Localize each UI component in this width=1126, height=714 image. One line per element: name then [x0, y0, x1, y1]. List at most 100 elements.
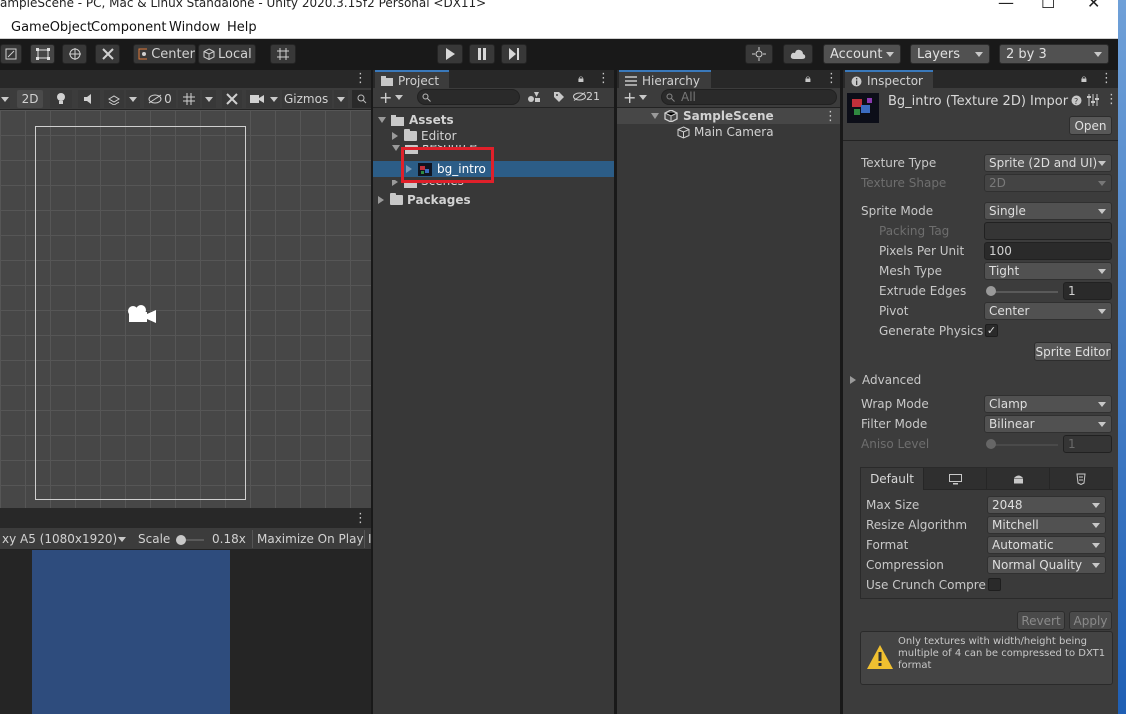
chevron-down-icon[interactable]	[395, 95, 403, 100]
extrude-field[interactable]: 1	[1063, 282, 1112, 300]
custom-tool-icon[interactable]	[95, 44, 120, 64]
revert-button[interactable]: Revert	[1017, 611, 1065, 630]
scene-camera-gizmo-icon[interactable]	[126, 303, 158, 325]
minimize-button[interactable]: —	[998, 0, 1014, 10]
inspector-menu-dots-icon[interactable]: ⋮	[1100, 71, 1113, 86]
cloud-button[interactable]	[783, 44, 813, 64]
menu-window[interactable]: Window	[169, 20, 220, 35]
hidden-packages-toggle[interactable]: 21	[573, 90, 600, 103]
tab-project[interactable]: Project	[375, 70, 449, 90]
advanced-foldout[interactable]: Advanced	[850, 373, 921, 387]
window-title: ampleScene - PC, Mac & Linux Standalone …	[0, 0, 487, 10]
gizmos-button[interactable]: Gizmos	[282, 90, 332, 108]
project-search-input[interactable]	[417, 89, 520, 105]
gizmos-chevron-icon[interactable]	[334, 90, 348, 108]
tree-item-samplescene[interactable]: SampleScene	[651, 109, 774, 123]
space-toggle[interactable]: Local	[198, 44, 256, 64]
tab-platform-default[interactable]: Default	[861, 468, 923, 490]
sprite-editor-button[interactable]: Sprite Editor	[1034, 342, 1112, 361]
lock-icon[interactable]: 🔒︎	[1081, 72, 1087, 86]
crunch-checkbox[interactable]	[988, 578, 1001, 591]
chevron-down-icon[interactable]	[639, 95, 647, 100]
layers-dropdown[interactable]: Layers	[910, 44, 990, 64]
pivot-toggle[interactable]: Center	[133, 44, 196, 64]
project-menu-dots-icon[interactable]: ⋮	[597, 71, 610, 86]
filter-mode-dropdown[interactable]: Bilinear	[984, 415, 1112, 433]
game-menu-dots-icon[interactable]: ⋮	[354, 511, 367, 526]
tree-item-main-camera[interactable]: Main Camera	[677, 125, 774, 139]
effects-chevron-icon[interactable]	[126, 90, 140, 108]
maximize-on-play-toggle[interactable]: Maximize On Play	[257, 532, 364, 546]
hierarchy-menu-dots-icon[interactable]: ⋮	[825, 71, 838, 86]
camera-icon[interactable]	[246, 90, 268, 108]
effects-icon[interactable]	[104, 90, 124, 108]
scene-menu-dots-icon[interactable]: ⋮	[354, 71, 367, 86]
tree-item-packages[interactable]: Packages	[378, 193, 471, 207]
max-size-dropdown[interactable]: 2048	[987, 496, 1106, 514]
tab-platform-standalone[interactable]	[923, 468, 986, 490]
pivot-dropdown[interactable]: Center	[984, 302, 1112, 320]
tab-inspector[interactable]: Inspector	[845, 70, 933, 90]
rect-tool-icon[interactable]	[0, 44, 22, 64]
rect-transform-tool-icon[interactable]	[30, 44, 55, 64]
hidden-objects-toggle[interactable]: 0	[144, 90, 176, 108]
layout-dropdown[interactable]: 2 by 3	[999, 44, 1109, 64]
game-viewport[interactable]	[0, 550, 371, 714]
extrude-slider-knob[interactable]	[986, 286, 996, 296]
menu-gameobject[interactable]: GameObject	[11, 20, 92, 35]
lock-icon[interactable]: 🔒︎	[805, 72, 811, 86]
transform-tool-icon[interactable]	[62, 44, 87, 64]
ppu-field[interactable]: 100	[984, 242, 1112, 260]
open-button[interactable]: Open	[1069, 116, 1112, 135]
play-button[interactable]	[437, 44, 463, 64]
search-by-type-icon[interactable]	[527, 91, 541, 106]
generate-physics-checkbox[interactable]: ✓	[985, 324, 998, 337]
grid-icon[interactable]	[178, 90, 200, 108]
scene-search-icon[interactable]	[352, 90, 371, 108]
wrap-mode-dropdown[interactable]: Clamp	[984, 395, 1112, 413]
sprite-mode-dropdown[interactable]: Single	[984, 202, 1112, 220]
help-icon[interactable]: ?	[1071, 95, 1082, 109]
resolution-dropdown[interactable]: xy A5 (1080x1920)	[0, 530, 130, 548]
pause-button[interactable]	[469, 44, 495, 64]
project-toolbar: + 21	[373, 88, 614, 108]
tree-item-assets[interactable]: Assets	[378, 113, 454, 127]
lock-icon[interactable]: 🔒︎	[578, 72, 584, 86]
grid-chevron-icon[interactable]	[202, 90, 216, 108]
menu-component[interactable]: Component	[91, 20, 166, 35]
close-button[interactable]: ✕	[1087, 0, 1100, 10]
tools-icon[interactable]	[222, 90, 242, 108]
tree-item-editor[interactable]: Editor	[392, 129, 457, 143]
resize-algorithm-dropdown[interactable]: Mitchell	[987, 516, 1106, 534]
extrude-slider-track[interactable]	[988, 291, 1058, 293]
search-by-label-icon[interactable]	[553, 91, 565, 106]
truncated-toolbar-item[interactable]: I	[368, 532, 372, 546]
lighting-icon[interactable]	[50, 90, 72, 108]
menu-help[interactable]: Help	[227, 20, 257, 35]
create-plus-icon[interactable]: +	[623, 88, 636, 107]
compression-dropdown[interactable]: Normal Quality	[987, 556, 1106, 574]
asset-menu-dots-icon[interactable]: ⋮	[1105, 92, 1118, 107]
camera-chevron-icon[interactable]	[268, 90, 280, 108]
apply-button[interactable]: Apply	[1069, 611, 1112, 630]
texture-type-dropdown[interactable]: Sprite (2D and UI)	[984, 154, 1112, 172]
tab-platform-android[interactable]	[986, 468, 1049, 490]
step-button[interactable]	[501, 44, 527, 64]
hierarchy-search-input[interactable]: All	[661, 89, 837, 105]
scene-2d-toggle[interactable]: 2D	[17, 90, 43, 108]
maximize-button[interactable]: ☐	[1041, 0, 1055, 10]
account-dropdown[interactable]: Account	[823, 44, 901, 64]
scale-slider-knob[interactable]	[176, 535, 186, 545]
draw-mode-chevron-icon[interactable]	[0, 90, 10, 108]
preset-icon[interactable]	[1087, 94, 1099, 109]
tab-platform-webgl[interactable]	[1049, 468, 1112, 490]
scene-row-menu-icon[interactable]: ⋮	[824, 109, 837, 124]
mesh-type-dropdown[interactable]: Tight	[984, 262, 1112, 280]
scene-viewport[interactable]	[0, 110, 371, 508]
collab-button[interactable]	[745, 44, 773, 64]
grid-snap-icon[interactable]	[270, 44, 296, 64]
audio-icon[interactable]	[78, 90, 100, 108]
tab-hierarchy[interactable]: Hierarchy	[619, 70, 711, 90]
format-dropdown[interactable]: Automatic	[987, 536, 1106, 554]
create-plus-icon[interactable]: +	[379, 88, 392, 107]
